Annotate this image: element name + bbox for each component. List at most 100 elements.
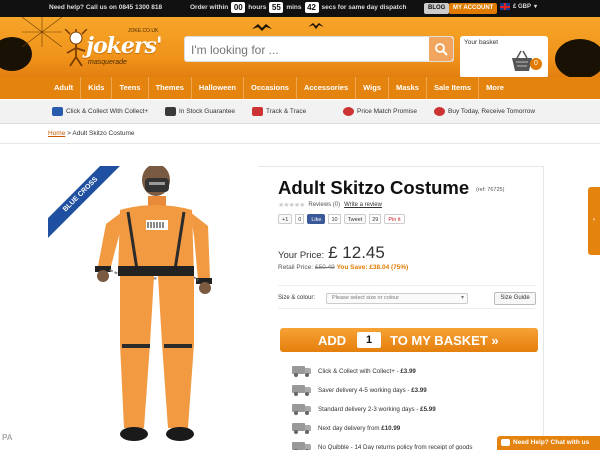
usp-price-match[interactable]: Price Match Promise: [343, 107, 417, 116]
usp-next-day[interactable]: Buy Today, Receive Tomorrow: [434, 107, 535, 116]
retail-price-label: Retail Price:: [278, 264, 314, 271]
delivery-option: Standard delivery 2-3 working days - £5.…: [292, 400, 472, 419]
delivery-text: No Quibble - 14 Day returns policy from …: [318, 444, 472, 450]
usp-label: Price Match Promise: [357, 108, 417, 115]
tweet-count: 29: [369, 214, 382, 224]
nav-item-masks[interactable]: Masks: [389, 77, 427, 99]
currency-label: £ GBP: [513, 3, 532, 10]
chat-bubble-icon: [501, 439, 510, 446]
my-account-button[interactable]: MY ACCOUNT: [449, 3, 498, 14]
top-bar: Need help? Call us on 0845 1300 818 Orde…: [0, 0, 600, 17]
nav-item-accessories[interactable]: Accessories: [297, 77, 357, 99]
bat-decoration-icon: [252, 23, 324, 31]
google-plus-button[interactable]: +1: [278, 214, 293, 224]
spiderweb-decoration-icon: [22, 17, 62, 47]
delivery-description: Saver delivery 4-5 working days -: [318, 387, 412, 394]
mins-value: 55: [269, 2, 284, 13]
chat-button[interactable]: Need Help? Chat with us: [497, 436, 600, 450]
delivery-option: Saver delivery 4-5 working days - £3.99: [292, 381, 472, 400]
divider: [0, 143, 600, 144]
delivery-text: Next day delivery from £10.99: [318, 425, 400, 432]
delivery-options: Click & Collect with Collect+ - £3.99 Sav…: [292, 362, 472, 450]
help-phone[interactable]: Need help? Call us on 0845 1300 818: [49, 4, 162, 11]
nav-item-wigs[interactable]: Wigs: [356, 77, 390, 99]
add-label: ADD: [318, 333, 347, 348]
breadcrumb: Home > Adult Skitzo Costume: [48, 130, 135, 137]
basket-label: Your basket: [464, 39, 499, 46]
delivery-truck-icon: [292, 366, 312, 377]
nav-item-occasions[interactable]: Occasions: [244, 77, 297, 99]
delivery-description: Click & Collect with Collect+ -: [318, 368, 401, 375]
delivery-description: Next day delivery from: [318, 425, 382, 432]
nav-item-more[interactable]: More: [479, 77, 511, 99]
logo-wordmark: jokers': [86, 33, 163, 59]
size-selector-row: Size & colour: Please select size or col…: [278, 285, 536, 309]
usp-label: Track & Trace: [266, 108, 307, 115]
usp-label: In Stock Guarantee: [179, 108, 236, 115]
product-image[interactable]: BLUE CROSS: [48, 166, 258, 450]
nav-item-halloween[interactable]: Halloween: [192, 77, 245, 99]
basket-widget[interactable]: Your basket 0: [460, 36, 548, 77]
nav-item-teens[interactable]: Teens: [112, 77, 149, 99]
nav-item-themes[interactable]: Themes: [149, 77, 192, 99]
delivery-option: No Quibble - 14 Day returns policy from …: [292, 438, 472, 450]
delivery-price: £3.99: [400, 368, 416, 375]
delivery-truck-icon: [292, 423, 312, 434]
usp-track-trace[interactable]: Track & Trace: [252, 107, 306, 116]
uk-flag-icon: [500, 3, 510, 10]
your-price-label: Your Price:: [278, 250, 325, 261]
search-button[interactable]: [429, 37, 453, 61]
nav-item-sale-items[interactable]: Sale Items: [427, 77, 480, 99]
pinterest-button[interactable]: Pin it: [384, 214, 405, 224]
facebook-like-count: 10: [328, 214, 341, 224]
tweet-button[interactable]: Tweet: [343, 214, 367, 224]
hours-label: hours: [248, 4, 267, 11]
delivery-price: £5.99: [420, 406, 436, 413]
to-basket-label: TO MY BASKET »: [390, 333, 499, 348]
chat-label: Need Help? Chat with us: [513, 439, 590, 446]
currency-selector[interactable]: £ GBP ▾: [500, 3, 537, 10]
search-input[interactable]: [191, 41, 423, 59]
site-logo[interactable]: JOKE.CO.UK jokers' masquerade: [58, 25, 166, 69]
product-title: Adult Skitzo Costume: [278, 177, 470, 198]
dispatch-countdown: Order within 00 hours 55 mins 42 secs fo…: [190, 2, 406, 13]
usp-click-collect[interactable]: Click & Collect With Collect+: [52, 107, 148, 116]
quantity-input[interactable]: 1: [357, 332, 381, 348]
reviews-row: ★★★★★ Reviews (0) Write a review: [278, 201, 382, 209]
usp-bar: Click & Collect With Collect+ In Stock G…: [0, 100, 600, 124]
delivery-option: Next day delivery from £10.99: [292, 419, 472, 438]
nav-item-kids[interactable]: Kids: [81, 77, 113, 99]
write-review-link[interactable]: Write a review: [344, 202, 382, 208]
delivery-price: £10.99: [381, 425, 401, 432]
side-feedback-tab[interactable]: ‹: [588, 187, 600, 255]
secs-value: 42: [304, 2, 319, 13]
24-hour-icon: [434, 107, 445, 116]
photo-credit-watermark: PA: [2, 433, 13, 442]
search-icon: [435, 43, 448, 56]
track-trace-icon: [252, 107, 263, 116]
delivery-description: Standard delivery 2-3 working days -: [318, 406, 421, 413]
breadcrumb-home[interactable]: Home: [48, 130, 65, 137]
price-match-icon: [343, 107, 354, 116]
side-tab-arrow-icon: ‹: [593, 217, 595, 223]
checkmark-icon: [165, 107, 176, 116]
secs-label: secs for same day dispatch: [321, 4, 407, 11]
facebook-like-button[interactable]: Like: [307, 214, 326, 224]
size-guide-button[interactable]: Size Guide: [494, 292, 536, 305]
delivery-truck-icon: [292, 442, 312, 450]
size-select[interactable]: Please select size or colour ▾: [326, 293, 468, 304]
blog-button[interactable]: BLOG: [424, 3, 450, 14]
breadcrumb-current: Adult Skitzo Costume: [72, 130, 135, 137]
reviews-count[interactable]: Reviews (0): [308, 202, 340, 208]
usp-label: Buy Today, Receive Tomorrow: [448, 108, 536, 115]
retail-line: Retail Price: £50.49 You Save: £38.04 (7…: [278, 264, 408, 271]
usp-in-stock[interactable]: In Stock Guarantee: [165, 107, 235, 116]
delivery-text: Saver delivery 4-5 working days - £3.99: [318, 387, 427, 394]
add-to-basket-button[interactable]: ADD 1 TO MY BASKET »: [280, 328, 538, 352]
nav-item-adult[interactable]: Adult: [47, 77, 82, 99]
hours-value: 00: [231, 2, 246, 13]
price-value: £ 12.45: [328, 243, 385, 262]
retail-price-value: £50.49: [314, 264, 335, 271]
mins-label: mins: [286, 4, 302, 11]
rating-stars-icon: ★★★★★: [278, 202, 305, 209]
